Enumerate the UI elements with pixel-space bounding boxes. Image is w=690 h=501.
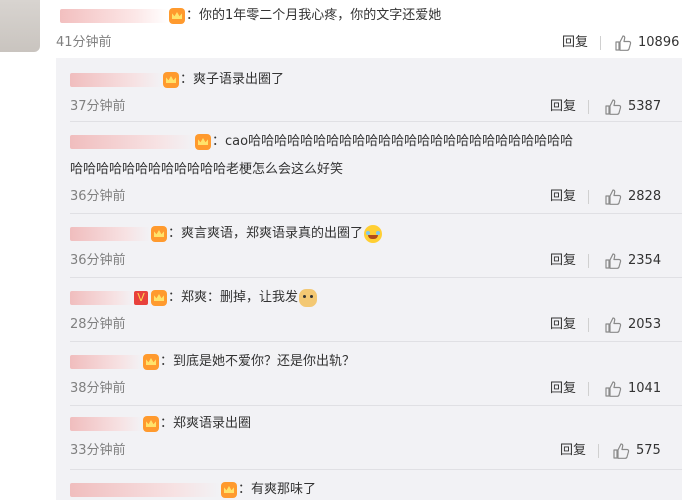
username[interactable] (60, 9, 168, 23)
reply-item: V ：郑爽：删掉，让我发 28分钟前 回复 2053 (56, 278, 682, 342)
like-count: 2354 (628, 253, 662, 268)
crown-badge-icon (195, 134, 211, 150)
comment-text: ：爽子语录出圈了 (180, 72, 285, 87)
reply-item: ：有爽那味了 (56, 470, 682, 500)
comment-body: ：有爽那味了 (70, 480, 316, 500)
comment-text: ：爽言爽语，郑爽语录真的出圈了 (168, 226, 364, 241)
comment-text: ：有爽那味了 (238, 482, 317, 497)
separator (588, 100, 589, 114)
separator (600, 36, 601, 50)
comment-body: ：到底是她不爱你？还是你出轨？ (70, 352, 355, 372)
crown-badge-icon (163, 72, 179, 88)
separator (598, 444, 599, 458)
reply-button[interactable]: 回复 (550, 252, 576, 270)
like-button[interactable]: 10896 (614, 34, 684, 52)
username[interactable] (70, 417, 142, 431)
crown-badge-icon (151, 290, 167, 306)
comment-text: ：郑爽语录出圈 (160, 416, 252, 431)
timestamp: 41分钟前 (56, 35, 112, 50)
doge-icon (299, 289, 318, 307)
timestamp: 36分钟前 (70, 253, 126, 268)
top-comment: ：你的1年零二个月我心疼，你的文字还爱她 41分钟前 回复 10896 (0, 0, 690, 58)
comment-text-continued: 哈哈哈哈哈哈哈哈哈哈哈哈老梗怎么会这么好笑 (70, 162, 344, 177)
username[interactable] (70, 227, 150, 241)
comment-body: ：爽子语录出圈了 (70, 70, 284, 90)
reply-item: ：郑爽语录出圈 33分钟前 回复 575 (56, 406, 682, 470)
timestamp: 33分钟前 (70, 443, 126, 458)
crown-badge-icon (221, 482, 237, 498)
reply-button[interactable]: 回复 (550, 380, 576, 398)
crown-badge-icon (143, 354, 159, 370)
like-count: 5387 (628, 99, 662, 114)
timestamp: 36分钟前 (70, 189, 126, 204)
reply-button[interactable]: 回复 (562, 34, 588, 52)
like-count: 575 (636, 443, 661, 458)
separator (588, 254, 589, 268)
reply-button[interactable]: 回复 (550, 316, 576, 334)
reply-item: ：爽言爽语，郑爽语录真的出圈了 36分钟前 回复 2354 (56, 214, 682, 278)
comment-text: ：你的1年零二个月我心疼，你的文字还爱她 (186, 8, 442, 23)
separator (588, 318, 589, 332)
comment-body: V ：郑爽：删掉，让我发 (70, 288, 318, 308)
timestamp: 37分钟前 (70, 99, 126, 114)
comment-body: ：你的1年零二个月我心疼，你的文字还爱她 (60, 6, 441, 26)
like-button[interactable]: 2828 (604, 188, 674, 206)
crown-badge-icon (169, 8, 185, 24)
thumbs-up-icon (614, 34, 632, 52)
like-button[interactable]: 5387 (604, 98, 674, 116)
thumbs-up-icon (604, 316, 622, 334)
thumbs-up-icon (604, 188, 622, 206)
like-button[interactable]: 1041 (604, 380, 674, 398)
like-count: 2053 (628, 317, 662, 332)
reply-item: ：到底是她不爱你？还是你出轨？ 38分钟前 回复 1041 (56, 342, 682, 406)
laugh-cry-icon (364, 225, 383, 243)
reply-item: ：cao哈哈哈哈哈哈哈哈哈哈哈哈哈哈哈哈哈哈哈哈哈哈哈哈哈 哈哈哈哈哈哈哈哈哈哈… (56, 122, 682, 214)
thumbs-up-icon (612, 442, 630, 460)
thumbs-up-icon (604, 380, 622, 398)
like-button[interactable]: 575 (612, 442, 674, 460)
separator (588, 382, 589, 396)
reply-button[interactable]: 回复 (550, 188, 576, 206)
crown-badge-icon (151, 226, 167, 242)
comment-body: ：cao哈哈哈哈哈哈哈哈哈哈哈哈哈哈哈哈哈哈哈哈哈哈哈哈哈 (70, 132, 573, 152)
comment-body: ：爽言爽语，郑爽语录真的出圈了 (70, 224, 383, 244)
username[interactable] (70, 483, 220, 497)
replies-panel: ：爽子语录出圈了 37分钟前 回复 5387 ：cao哈哈哈哈哈哈哈哈哈哈哈哈哈… (56, 58, 682, 500)
reply-item: ：爽子语录出圈了 37分钟前 回复 5387 (56, 58, 682, 122)
verified-badge-icon: V (134, 291, 148, 305)
username[interactable] (70, 135, 194, 149)
comment-text: ：cao哈哈哈哈哈哈哈哈哈哈哈哈哈哈哈哈哈哈哈哈哈哈哈哈哈 (212, 134, 574, 149)
like-count: 2828 (628, 189, 662, 204)
crown-badge-icon (143, 416, 159, 432)
like-count: 1041 (628, 381, 662, 396)
comment-text: ：到底是她不爱你？还是你出轨？ (160, 354, 356, 369)
timestamp: 38分钟前 (70, 381, 126, 396)
username[interactable] (70, 291, 134, 305)
thumbs-up-icon (604, 98, 622, 116)
avatar[interactable] (0, 0, 40, 52)
reply-button[interactable]: 回复 (550, 98, 576, 116)
username[interactable] (70, 355, 142, 369)
like-button[interactable]: 2354 (604, 252, 674, 270)
timestamp: 28分钟前 (70, 317, 126, 332)
thumbs-up-icon (604, 252, 622, 270)
comment-text: ：郑爽：删掉，让我发 (168, 290, 299, 305)
username[interactable] (70, 73, 162, 87)
comment-body: ：郑爽语录出圈 (70, 414, 251, 434)
like-count: 10896 (638, 35, 680, 50)
like-button[interactable]: 2053 (604, 316, 674, 334)
reply-button[interactable]: 回复 (560, 442, 586, 460)
separator (588, 190, 589, 204)
